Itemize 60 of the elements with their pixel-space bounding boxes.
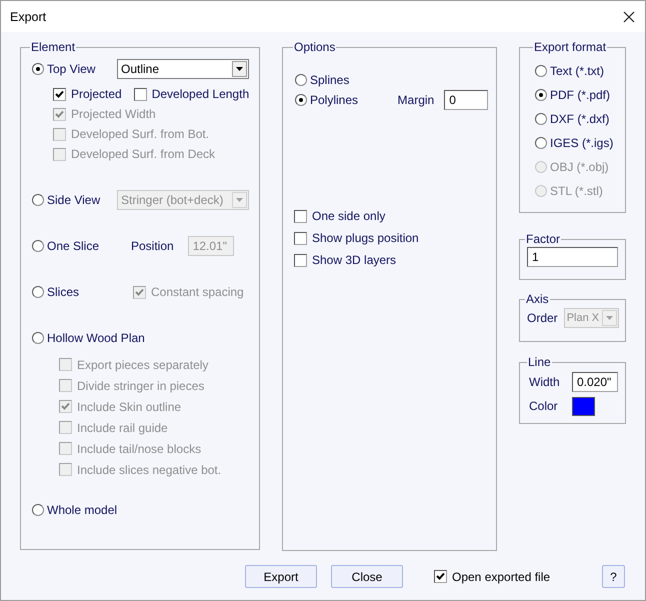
- checkbox-label[interactable]: Open exported file: [452, 570, 550, 584]
- radio-label[interactable]: PDF (*.pdf): [550, 88, 610, 102]
- checkbox[interactable]: [53, 88, 66, 100]
- radio-label[interactable]: Slices: [47, 285, 117, 299]
- field-label: Color: [529, 399, 559, 413]
- group-title: Line: [527, 355, 552, 369]
- input-field[interactable]: 0.020": [572, 372, 618, 392]
- radio-label[interactable]: One Slice: [47, 239, 117, 253]
- group-title: Axis: [525, 292, 550, 306]
- radio-label[interactable]: Top View: [47, 62, 117, 76]
- group-title: Export format: [533, 40, 608, 54]
- checkbox[interactable]: [294, 210, 307, 222]
- caret-icon: [606, 316, 613, 320]
- group-title: Element: [30, 40, 76, 54]
- input-field[interactable]: 0: [444, 90, 488, 110]
- radio-button[interactable]: [535, 65, 547, 77]
- checkbox-label[interactable]: Show plugs position: [312, 231, 419, 245]
- radio-button[interactable]: [535, 89, 547, 101]
- radio-button[interactable]: [32, 63, 44, 75]
- radio-button[interactable]: [32, 240, 44, 252]
- radio-label[interactable]: Text (*.txt): [550, 64, 604, 78]
- checkbox[interactable]: [294, 232, 307, 244]
- radio-button[interactable]: [535, 113, 547, 125]
- checkbox-label[interactable]: Show 3D layers: [312, 253, 396, 267]
- radio-button[interactable]: [32, 332, 44, 344]
- checkbox[interactable]: [434, 570, 447, 583]
- caret-icon: [236, 198, 243, 202]
- radio-label[interactable]: Whole model: [47, 503, 118, 517]
- checkbox-label[interactable]: Developed Length: [152, 87, 250, 101]
- dropdown[interactable]: Outline: [117, 59, 249, 79]
- field-label: Order: [527, 311, 558, 325]
- radio-label[interactable]: Polylines: [310, 93, 386, 107]
- dialog-button[interactable]: Export: [245, 565, 317, 588]
- radio-label[interactable]: Hollow Wood Plan: [47, 331, 145, 345]
- radio-button[interactable]: [32, 504, 44, 516]
- color-swatch[interactable]: [572, 396, 595, 416]
- checkbox[interactable]: [134, 88, 147, 100]
- close-icon[interactable]: [623, 10, 635, 22]
- field-label: Position: [131, 239, 174, 253]
- input-field[interactable]: 1: [527, 247, 618, 267]
- radio-button[interactable]: [535, 137, 547, 149]
- group-title: Factor: [525, 232, 562, 246]
- radio-label[interactable]: Splines: [310, 73, 390, 87]
- dialog-button[interactable]: Close: [331, 565, 403, 588]
- radio-button[interactable]: [32, 286, 44, 298]
- field-label: Width: [529, 374, 561, 388]
- caret-icon: [236, 67, 243, 71]
- radio-label[interactable]: IGES (*.igs): [550, 136, 614, 150]
- field-label: Margin: [398, 93, 434, 107]
- radio-button[interactable]: [295, 94, 307, 106]
- radio-label[interactable]: DXF (*.dxf): [550, 112, 610, 126]
- radio-label[interactable]: Side View: [47, 193, 117, 207]
- window-title: Export: [10, 10, 46, 24]
- checkbox[interactable]: [294, 254, 307, 266]
- radio-button[interactable]: [32, 194, 44, 206]
- checkbox-label[interactable]: Projected: [71, 87, 122, 101]
- checkbox-label[interactable]: One side only: [312, 209, 386, 223]
- radio-button[interactable]: [295, 74, 307, 86]
- help-button[interactable]: ?: [602, 565, 625, 588]
- group-title: Options: [293, 40, 336, 54]
